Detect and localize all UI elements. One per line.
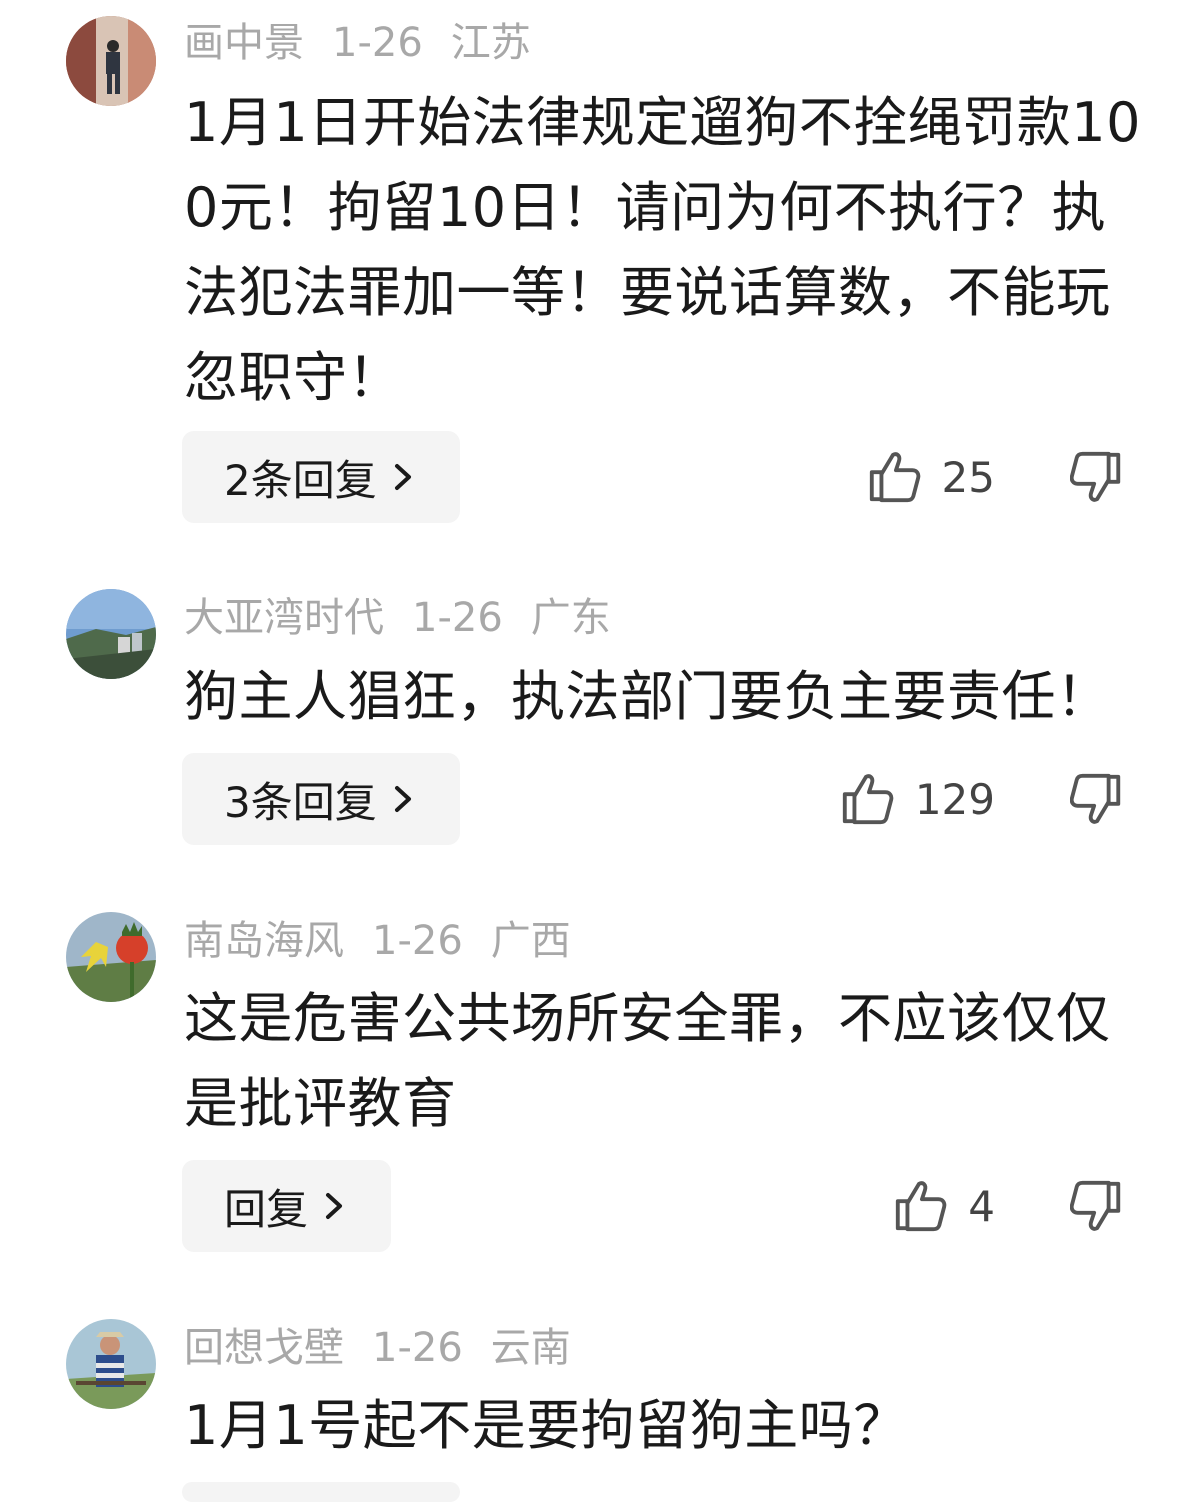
comment-text: 这是危害公共场所安全罪，不应该仅仅是批评教育 xyxy=(184,987,1111,1135)
like-count: 129 xyxy=(914,774,995,824)
avatar[interactable] xyxy=(66,1319,156,1409)
thumbs-up-icon xyxy=(896,1181,947,1232)
comment-date: 1-26 xyxy=(332,20,423,66)
like-button[interactable]: 25 xyxy=(866,431,995,523)
reply-label: 3条回复 xyxy=(224,777,377,827)
thumbs-down-icon xyxy=(1070,1180,1121,1231)
chevron-right-icon xyxy=(394,464,411,490)
username[interactable]: 南岛海风 xyxy=(184,918,344,964)
comment-location: 云南 xyxy=(490,1325,571,1371)
thumbs-up-icon xyxy=(842,774,894,825)
view-replies-button[interactable]: 2条回复 xyxy=(182,431,460,523)
view-replies-button[interactable]: 3条回复 xyxy=(182,753,460,845)
comment-meta: 大亚湾时代 1-26 广东 xyxy=(184,593,639,643)
avatar[interactable] xyxy=(66,16,156,106)
avatar[interactable] xyxy=(66,912,156,1002)
view-replies-button[interactable]: 回复 xyxy=(182,1160,391,1252)
reply-label: 2条回复 xyxy=(224,455,377,505)
comment-text: 1月1日开始法律规定遛狗不拴绳罚款100元！拘留10日！请问为何不执行？执法犯法… xyxy=(184,91,1141,409)
like-button[interactable]: 4 xyxy=(892,1160,995,1252)
thumbs-down-icon xyxy=(1070,773,1121,824)
comment-date: 1-26 xyxy=(412,595,503,641)
comment-date: 1-26 xyxy=(372,918,463,964)
dislike-button[interactable] xyxy=(1070,1160,1126,1252)
username[interactable]: 大亚湾时代 xyxy=(184,595,384,641)
comment-meta: 南岛海风 1-26 广西 xyxy=(184,916,599,966)
comment-text: 1月1号起不是要拘留狗主吗？ xyxy=(184,1394,908,1457)
comment-meta: 画中景 1-26 江苏 xyxy=(184,18,559,68)
chevron-right-icon xyxy=(326,1193,343,1219)
comment-text: 狗主人猖狂，执法部门要负主要责任！ xyxy=(184,665,1111,728)
dislike-button[interactable] xyxy=(1070,753,1126,845)
like-button[interactable]: 129 xyxy=(839,753,995,845)
username[interactable]: 回想戈壁 xyxy=(184,1325,344,1371)
comment-meta: 回想戈壁 1-26 云南 xyxy=(184,1323,599,1373)
view-replies-button[interactable] xyxy=(182,1482,460,1502)
comment-location: 江苏 xyxy=(450,20,531,66)
username[interactable]: 画中景 xyxy=(184,20,304,66)
like-count: 25 xyxy=(941,452,995,502)
like-count: 4 xyxy=(968,1181,995,1231)
comment-location: 广西 xyxy=(490,918,571,964)
thumbs-down-icon xyxy=(1070,451,1121,502)
avatar[interactable] xyxy=(66,589,156,679)
chevron-right-icon xyxy=(394,786,411,812)
dislike-button[interactable] xyxy=(1070,431,1126,523)
comment-date: 1-26 xyxy=(372,1325,463,1371)
thumbs-up-icon xyxy=(869,452,920,503)
reply-label: 回复 xyxy=(224,1184,309,1234)
comment-location: 广东 xyxy=(530,595,611,641)
